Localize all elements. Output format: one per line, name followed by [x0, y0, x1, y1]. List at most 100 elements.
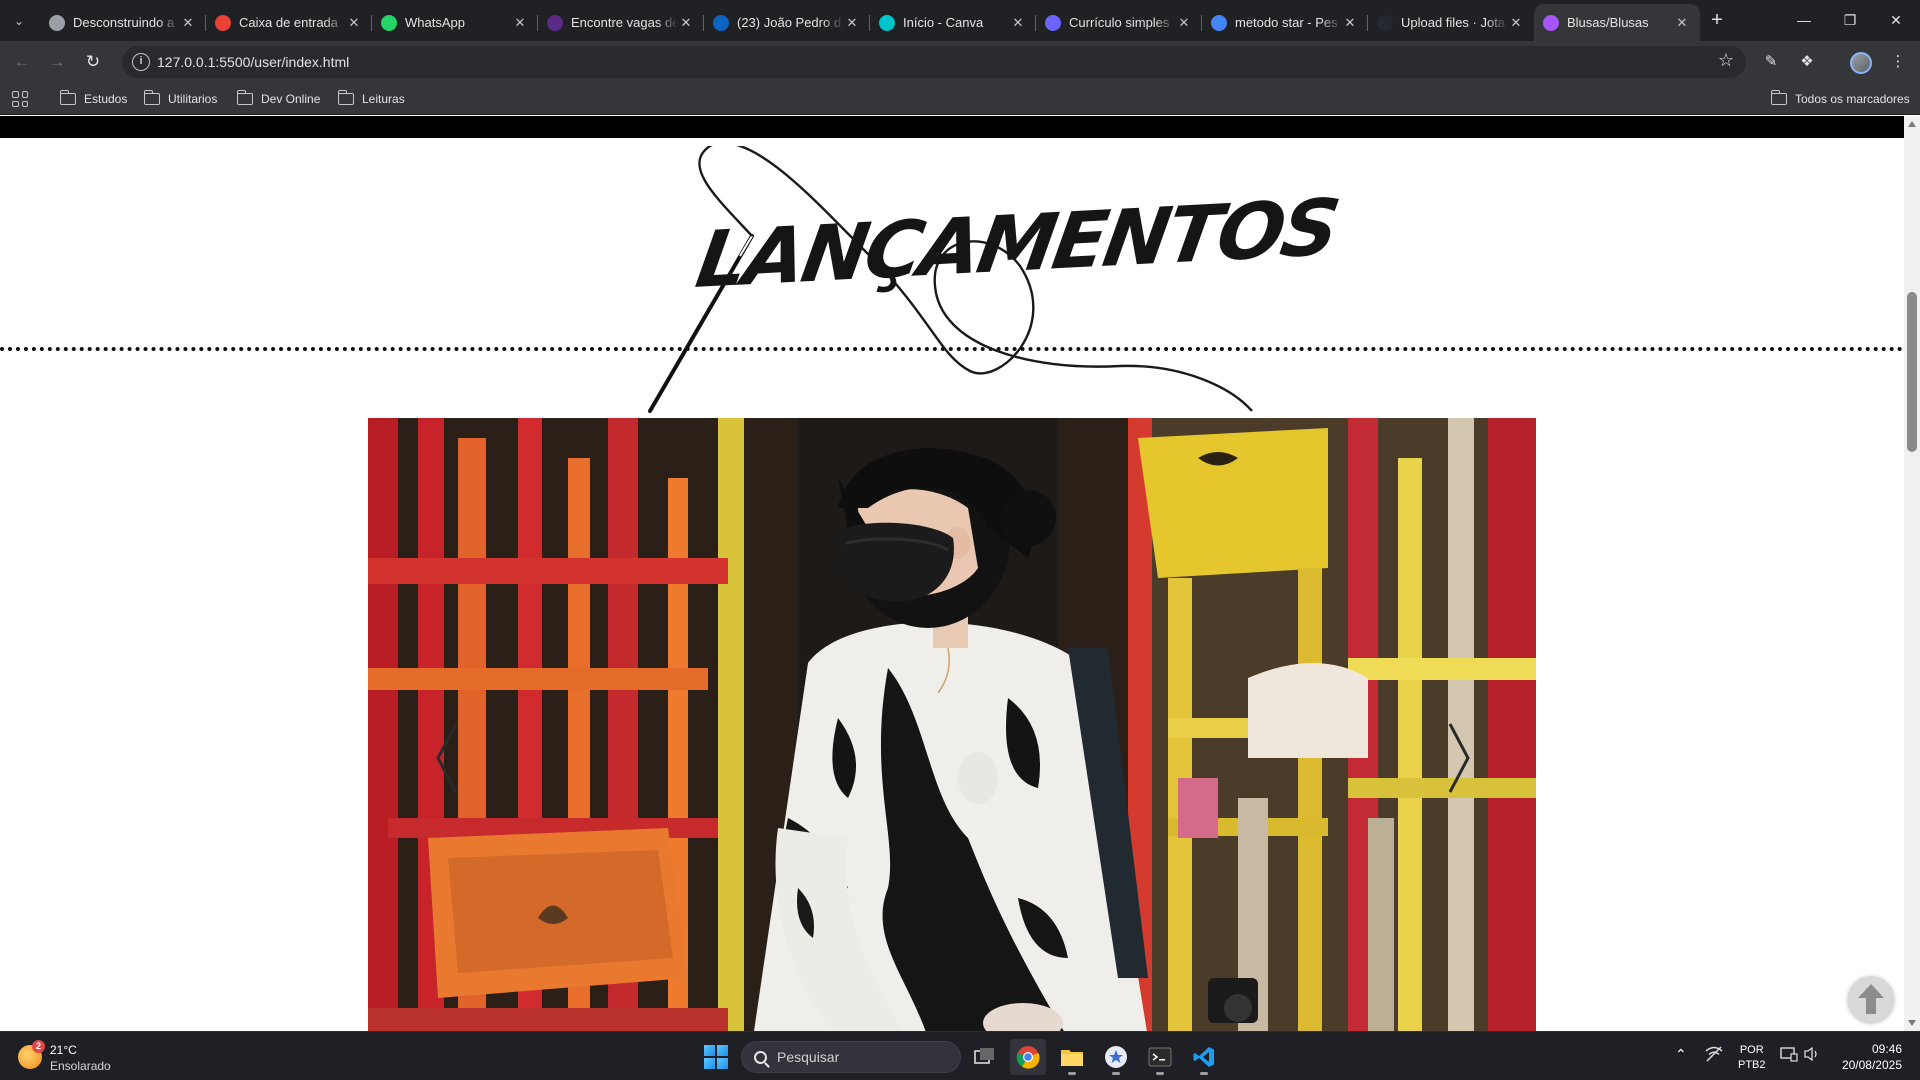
keyboard-layout: PTB2 — [1738, 1059, 1766, 1071]
page-viewport: Lançamentos — [0, 116, 1904, 1031]
close-tab-icon[interactable]: ✕ — [346, 15, 362, 31]
system-clock[interactable]: 09:46 20/08/2025 — [1830, 1041, 1902, 1073]
bookmark-label: Leituras — [362, 92, 405, 106]
browser-tab[interactable]: WhatsApp ✕ — [372, 4, 538, 41]
bookmark-label: Dev Online — [261, 92, 321, 106]
close-tab-icon[interactable]: ✕ — [678, 15, 694, 31]
task-view-icon[interactable] — [967, 1039, 1003, 1075]
file-explorer-icon[interactable] — [1054, 1039, 1090, 1075]
chevron-down-icon: ⌄ — [13, 14, 25, 28]
scroll-down-arrow-icon[interactable] — [1908, 1020, 1916, 1026]
browser-tab[interactable]: (23) João Pedro d ✕ — [704, 4, 870, 41]
app-store-icon[interactable] — [1098, 1039, 1134, 1075]
pen-icon[interactable]: ✎ — [1758, 49, 1784, 75]
canva-icon — [879, 14, 895, 31]
back-button[interactable]: ← — [8, 48, 36, 76]
restore-button[interactable]: ❐ — [1827, 0, 1873, 40]
scroll-to-top-button[interactable] — [1848, 976, 1894, 1022]
carousel-next-arrow-icon[interactable] — [1438, 718, 1478, 798]
scroll-up-arrow-icon[interactable] — [1908, 121, 1916, 127]
bookmark-folder-utilitarios[interactable]: Utilitarios — [143, 89, 217, 109]
volume-icon[interactable] — [1803, 1046, 1821, 1065]
close-tab-icon[interactable]: ✕ — [1176, 15, 1192, 31]
new-tab-button[interactable]: + — [1703, 8, 1731, 34]
tab-title: Blusas/Blusas — [1567, 15, 1649, 30]
tab-title: (23) João Pedro d — [737, 15, 842, 30]
all-bookmarks-folder[interactable]: Todos os marcadores — [1770, 89, 1910, 109]
browser-tab[interactable]: metodo star - Pes ✕ — [1202, 4, 1368, 41]
network-offline-icon[interactable] — [1705, 1046, 1723, 1065]
tab-strip: ⌄ Desconstruindo a ✕ Caixa de entrada ✕ What… — [0, 0, 1920, 41]
hero-carousel-image[interactable] — [368, 418, 1536, 1031]
url-text: 127.0.0.1:5500/user/index.html — [157, 54, 350, 70]
page-top-bar — [0, 116, 1904, 138]
whatsapp-icon — [381, 14, 397, 31]
bookmark-folder-leituras[interactable]: Leituras — [337, 89, 405, 109]
globe-icon — [49, 14, 65, 31]
browser-tab[interactable]: Currículo simples ✕ — [1036, 4, 1202, 41]
folder-icon — [143, 90, 160, 105]
menu-kebab-icon[interactable]: ⋮ — [1885, 49, 1911, 75]
arrow-up-icon — [1858, 984, 1884, 1014]
close-tab-icon[interactable]: ✕ — [1674, 15, 1690, 31]
display-icon[interactable] — [1780, 1046, 1798, 1065]
start-button[interactable] — [704, 1045, 728, 1069]
weather-description: Ensolarado — [50, 1059, 111, 1073]
tab-search-button[interactable]: ⌄ — [6, 8, 32, 34]
close-tab-icon[interactable]: ✕ — [180, 15, 196, 31]
chrome-icon[interactable] — [1010, 1039, 1046, 1075]
search-icon — [754, 1050, 767, 1064]
vscode-icon[interactable] — [1186, 1039, 1222, 1075]
profile-avatar[interactable] — [1850, 52, 1872, 74]
bookmark-label: Estudos — [84, 92, 128, 106]
tab-list: Desconstruindo a ✕ Caixa de entrada ✕ WhatsA… — [40, 4, 1700, 41]
terminal-icon[interactable] — [1142, 1039, 1178, 1075]
browser-toolbar: ← → ↻ i 127.0.0.1:5500/user/index.html ☆… — [0, 41, 1920, 83]
close-tab-icon[interactable]: ✕ — [1010, 15, 1026, 31]
bookmark-folder-dev-online[interactable]: Dev Online — [236, 89, 321, 109]
input-language-indicator[interactable]: POR PTB2 — [1738, 1043, 1766, 1073]
weather-temperature: 21°C — [50, 1043, 77, 1057]
scrollbar-thumb[interactable] — [1907, 292, 1917, 452]
close-window-button[interactable]: ✕ — [1873, 0, 1919, 40]
carousel-prev-arrow-icon[interactable] — [428, 718, 468, 798]
page-scrollbar[interactable] — [1904, 116, 1920, 1031]
folder-icon — [1770, 90, 1787, 105]
search-placeholder: Pesquisar — [777, 1049, 840, 1065]
tab-title: Início - Canva — [903, 15, 984, 30]
browser-tab[interactable]: Blusas/Blusas ✕ — [1534, 4, 1700, 41]
folder-icon — [337, 90, 354, 105]
close-tab-icon[interactable]: ✕ — [844, 15, 860, 31]
close-tab-icon[interactable]: ✕ — [512, 15, 528, 31]
extensions-icon[interactable]: ❖ — [1794, 49, 1820, 75]
browser-tab[interactable]: Início - Canva ✕ — [870, 4, 1036, 41]
apps-grid-icon[interactable] — [12, 91, 28, 107]
tshirt-icon — [1543, 14, 1559, 31]
show-hidden-icons-chevron-icon[interactable]: ⌃ — [1675, 1046, 1687, 1063]
bookmark-folder-estudos[interactable]: Estudos — [59, 89, 128, 109]
forward-button[interactable]: → — [43, 48, 71, 76]
job-site-icon — [547, 14, 563, 31]
hero-photo — [368, 418, 1536, 1031]
tab-title: Caixa de entrada — [239, 15, 339, 30]
site-info-icon[interactable]: i — [132, 53, 150, 71]
linkedin-icon — [713, 14, 729, 31]
browser-tab[interactable]: Caixa de entrada ✕ — [206, 4, 372, 41]
tab-title: Encontre vagas de — [571, 15, 678, 30]
document-icon — [1045, 14, 1061, 31]
close-tab-icon[interactable]: ✕ — [1342, 15, 1358, 31]
taskbar-search[interactable]: Pesquisar — [741, 1041, 961, 1073]
browser-tab[interactable]: Desconstruindo a ✕ — [40, 4, 206, 41]
bookmark-star-icon[interactable]: ☆ — [1718, 50, 1734, 71]
language-code: POR — [1739, 1044, 1764, 1056]
browser-tab[interactable]: Upload files · Jota ✕ — [1368, 4, 1534, 41]
google-icon — [1211, 14, 1227, 31]
folder-icon — [59, 90, 76, 105]
tab-title: metodo star - Pes — [1235, 15, 1338, 30]
gmail-icon — [215, 14, 231, 31]
browser-tab[interactable]: Encontre vagas de ✕ — [538, 4, 704, 41]
close-tab-icon[interactable]: ✕ — [1508, 15, 1524, 31]
address-bar[interactable]: i 127.0.0.1:5500/user/index.html ☆ — [122, 46, 1746, 78]
minimize-button[interactable]: — — [1781, 0, 1827, 40]
reload-button[interactable]: ↻ — [79, 48, 107, 76]
